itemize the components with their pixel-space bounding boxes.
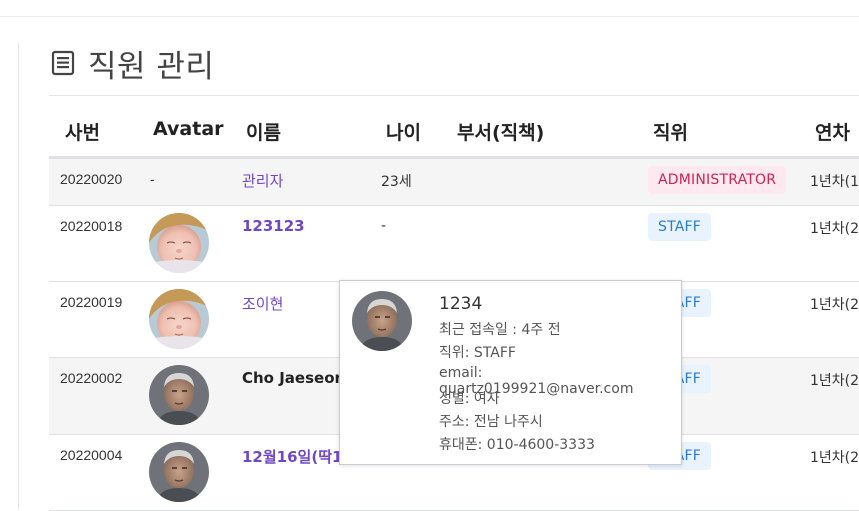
emp-no: 20220004 bbox=[60, 447, 123, 463]
avatar[interactable] bbox=[149, 365, 209, 425]
avatar-placeholder: - bbox=[150, 171, 155, 187]
table-header: 사번 Avatar 이름 나이 부서(직책) 직위 연차 bbox=[49, 104, 859, 159]
popover-gender: 성별: 여자 bbox=[439, 391, 500, 407]
header-dept[interactable]: 부서(직책) bbox=[457, 118, 544, 145]
years-of-service: 1년차(2 bbox=[810, 373, 859, 389]
employee-info-popover: 1234 최근 접속일 : 4주 전 직위: STAFF email: quar… bbox=[339, 280, 682, 465]
popover-name: 1234 bbox=[439, 294, 483, 314]
header-years[interactable]: 연차 bbox=[815, 118, 850, 145]
emp-no: 20220002 bbox=[60, 370, 123, 386]
employee-age: 23세 bbox=[381, 174, 412, 190]
popover-last-login: 최근 접속일 : 4주 전 bbox=[439, 322, 561, 338]
table-row[interactable]: 20220020 - 관리자 23세 ADMINISTRATOR 1년차(1 bbox=[49, 159, 859, 206]
employee-name-link[interactable]: 123123 bbox=[242, 217, 305, 235]
emp-no: 20220018 bbox=[60, 218, 123, 234]
position-badge: ADMINISTRATOR bbox=[648, 166, 787, 194]
avatar[interactable] bbox=[149, 213, 209, 273]
employee-name-link[interactable]: 관리자 bbox=[242, 170, 283, 191]
years-of-service: 1년차(2 bbox=[810, 297, 859, 313]
emp-no: 20220020 bbox=[60, 171, 123, 187]
employee-name-link[interactable]: 조이현 bbox=[242, 293, 283, 314]
table-row[interactable]: 20220018 123123 - STAFF 1년차(2 bbox=[49, 206, 859, 282]
avatar[interactable] bbox=[149, 442, 209, 502]
header-position[interactable]: 직위 bbox=[653, 118, 688, 145]
emp-no: 20220019 bbox=[60, 294, 123, 310]
position-badge: STAFF bbox=[648, 213, 712, 241]
employee-age: - bbox=[381, 218, 387, 234]
header-avatar[interactable]: Avatar bbox=[153, 118, 224, 140]
page-title-text: 직원 관리 bbox=[88, 48, 215, 85]
popover-position: 직위: STAFF bbox=[439, 345, 516, 361]
avatar[interactable] bbox=[149, 289, 209, 349]
title-divider bbox=[49, 95, 859, 96]
top-bar bbox=[0, 0, 859, 17]
popover-address: 주소: 전남 나주시 bbox=[439, 414, 543, 430]
header-name[interactable]: 이름 bbox=[246, 118, 281, 145]
document-list-icon bbox=[51, 50, 75, 76]
page-title: 직원 관리 bbox=[50, 43, 215, 85]
header-age[interactable]: 나이 bbox=[386, 118, 421, 145]
years-of-service: 1년차(2 bbox=[810, 450, 859, 466]
employee-name-link[interactable]: 12월16일(딱1 bbox=[242, 446, 342, 467]
header-emp-no[interactable]: 사번 bbox=[65, 118, 100, 145]
years-of-service: 1년차(2 bbox=[810, 221, 859, 237]
years-of-service: 1년차(1 bbox=[810, 174, 859, 190]
popover-phone: 휴대폰: 010-4600-3333 bbox=[439, 437, 595, 453]
sidebar-divider bbox=[18, 42, 19, 510]
popover-avatar bbox=[352, 291, 412, 351]
